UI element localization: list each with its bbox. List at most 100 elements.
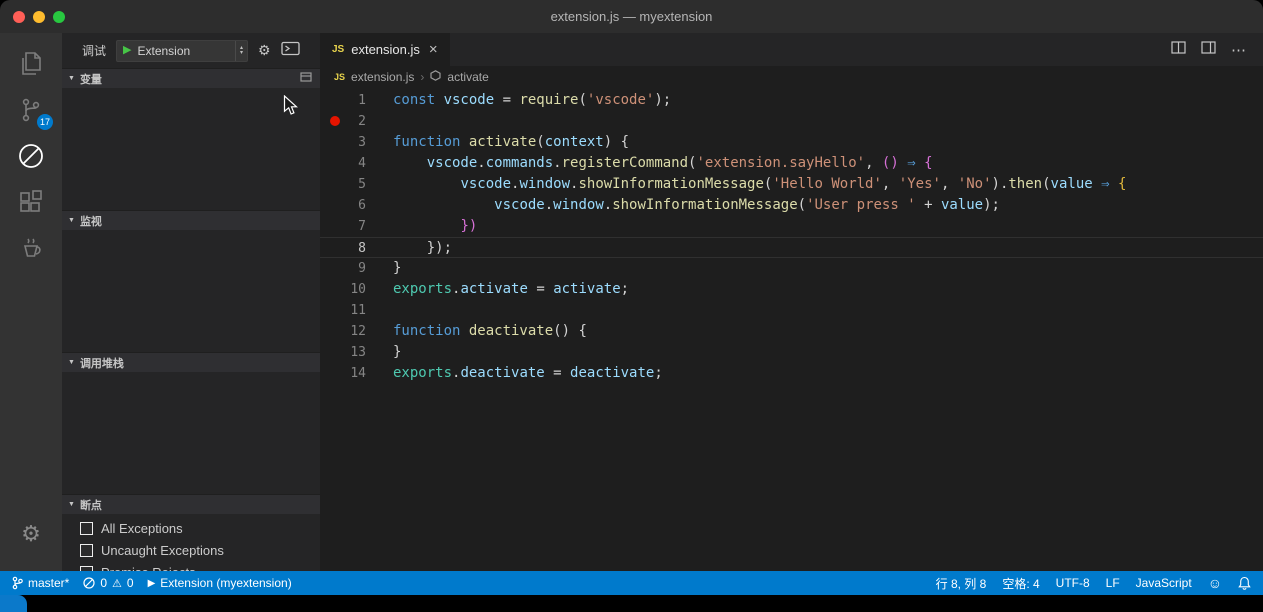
breakpoint-label: Uncaught Exceptions: [101, 542, 224, 558]
settings-gear-icon[interactable]: ⚙: [0, 511, 62, 557]
encoding-indicator[interactable]: UTF-8: [1056, 576, 1090, 590]
section-header-variables[interactable]: ▼ 变量: [62, 68, 320, 88]
code-line[interactable]: 7 }): [320, 216, 1263, 237]
problems-indicator[interactable]: 0 ⚠ 0: [83, 576, 134, 590]
code-line[interactable]: 11: [320, 300, 1263, 321]
breadcrumb-file[interactable]: extension.js: [351, 70, 414, 84]
background-window-corner: [0, 595, 27, 612]
teapot-extension-icon[interactable]: [0, 225, 62, 271]
status-bar: master* 0 ⚠ 0 ▶ Extension (myextension) …: [0, 571, 1263, 595]
tab-extension-js[interactable]: JS extension.js ×: [320, 33, 450, 66]
line-number-gutter[interactable]: 3: [320, 132, 366, 153]
line-number-gutter[interactable]: 6: [320, 195, 366, 216]
tab-bar: JS extension.js × ⋯: [320, 33, 1263, 66]
debug-sidebar: 调试 ▶ Extension ▴ ▾ ⚙ ▼ 变量 ▼ 监视 ▼ 调用堆栈 ▼ …: [62, 33, 320, 571]
main-area: 17 ⚙ 调试 ▶ Extension ▴ ▾ ⚙ ▼ 变量 ▼ 监视 ▼ 调用…: [0, 33, 1263, 571]
line-number-gutter[interactable]: 9: [320, 258, 366, 279]
line-number-gutter[interactable]: 2: [320, 111, 366, 132]
breakpoint-item[interactable]: All Exceptions: [62, 517, 320, 539]
more-actions-icon[interactable]: ⋯: [1231, 41, 1247, 59]
line-number-gutter[interactable]: 5: [320, 174, 366, 195]
twisty-icon: ▼: [68, 75, 75, 82]
split-editor-icon[interactable]: [1171, 40, 1186, 59]
line-number-gutter[interactable]: 12: [320, 321, 366, 342]
dropdown-arrows-icon: ▴ ▾: [235, 40, 247, 61]
debug-config-dropdown[interactable]: ▶ Extension ▴ ▾: [116, 39, 249, 62]
editor-actions: ⋯: [1171, 33, 1263, 66]
indentation-indicator[interactable]: 空格: 4: [1002, 575, 1039, 592]
line-number-gutter[interactable]: 8: [320, 238, 366, 257]
zoom-window-button[interactable]: [53, 11, 65, 23]
breakpoint-checkbox[interactable]: [80, 521, 93, 535]
code-text: }): [460, 218, 478, 234]
error-icon: [83, 577, 95, 589]
code-line[interactable]: 14 exports.deactivate = deactivate;: [320, 363, 1263, 384]
section-header-breakpoints[interactable]: ▼ 断点: [62, 494, 320, 514]
code-text: exports.deactivate = deactivate;: [393, 365, 663, 381]
code-line[interactable]: 10 exports.activate = activate;: [320, 279, 1263, 300]
code-area[interactable]: 1 const vscode = require('vscode'); 2 3 func…: [320, 88, 1263, 571]
code-line[interactable]: 6 vscode.window.showInformationMessage('…: [320, 195, 1263, 216]
breakpoint-checkbox[interactable]: [80, 543, 93, 557]
source-control-icon[interactable]: 17: [0, 87, 62, 133]
debug-panel-title: 调试: [82, 44, 107, 58]
start-debug-icon[interactable]: ▶: [123, 45, 131, 56]
editor-layout-icon[interactable]: [1201, 40, 1216, 59]
line-number-gutter[interactable]: 13: [320, 342, 366, 363]
line-number-gutter[interactable]: 1: [320, 90, 366, 111]
close-window-button[interactable]: [13, 11, 25, 23]
eol-indicator[interactable]: LF: [1106, 576, 1120, 590]
code-text: });: [426, 240, 453, 256]
panel-action-icon[interactable]: [300, 72, 312, 85]
code-line[interactable]: 13}: [320, 342, 1263, 363]
code-line[interactable]: 1 const vscode = require('vscode');: [320, 90, 1263, 111]
minimize-window-button[interactable]: [33, 11, 45, 23]
code-line[interactable]: 12 function deactivate() {: [320, 321, 1263, 342]
cursor-position-indicator[interactable]: 行 8, 列 8: [936, 575, 987, 592]
code-line[interactable]: 5 vscode.window.showInformationMessage('…: [320, 174, 1263, 195]
call-stack-panel[interactable]: [62, 372, 320, 494]
title-bar: extension.js — myextension: [0, 0, 1263, 33]
line-number-gutter[interactable]: 4: [320, 153, 366, 174]
breakpoint-dot[interactable]: [330, 116, 340, 126]
notifications-bell-icon[interactable]: [1238, 576, 1251, 590]
code-text: exports.activate = activate;: [393, 281, 630, 297]
close-tab-icon[interactable]: ×: [427, 41, 440, 58]
language-indicator[interactable]: JavaScript: [1136, 576, 1192, 590]
code-text: function deactivate() {: [393, 323, 587, 339]
explorer-icon[interactable]: [0, 41, 62, 87]
configure-gear-icon[interactable]: ⚙: [258, 42, 271, 59]
debug-console-icon[interactable]: [280, 41, 300, 61]
twisty-icon: ▼: [68, 501, 75, 508]
feedback-smiley-icon[interactable]: ☺: [1208, 575, 1222, 591]
code-text: }: [393, 260, 402, 276]
code-line[interactable]: 8 });: [320, 237, 1263, 258]
variables-panel[interactable]: [62, 88, 320, 210]
breadcrumb-symbol[interactable]: activate: [447, 70, 488, 84]
line-number-gutter[interactable]: 10: [320, 279, 366, 300]
watch-panel[interactable]: [62, 230, 320, 352]
editor-group: JS extension.js × ⋯ JS extension.js › ac…: [320, 33, 1263, 571]
js-file-icon: JS: [334, 72, 346, 82]
breakpoint-item[interactable]: Promise Rejects: [62, 561, 320, 571]
extensions-icon[interactable]: [0, 179, 62, 225]
code-line[interactable]: 2: [320, 111, 1263, 132]
branch-icon: [12, 576, 23, 590]
section-header-watch[interactable]: ▼ 监视: [62, 210, 320, 230]
breadcrumb[interactable]: JS extension.js › activate: [320, 66, 1263, 88]
breakpoint-item[interactable]: Uncaught Exceptions: [62, 539, 320, 561]
line-number-gutter[interactable]: 14: [320, 363, 366, 384]
section-header-call-stack[interactable]: ▼ 调用堆栈: [62, 352, 320, 372]
debug-icon[interactable]: [0, 133, 62, 179]
code-line[interactable]: 3 function activate(context) {: [320, 132, 1263, 153]
git-branch-indicator[interactable]: master*: [12, 576, 69, 590]
code-text: const vscode = require('vscode');: [393, 92, 672, 108]
twisty-icon: ▼: [68, 217, 75, 224]
line-number-gutter[interactable]: 7: [320, 216, 366, 237]
debug-toolbar: 调试 ▶ Extension ▴ ▾ ⚙: [62, 33, 320, 68]
code-line[interactable]: 4 vscode.commands.registerCommand('exten…: [320, 153, 1263, 174]
line-number-gutter[interactable]: 11: [320, 300, 366, 321]
code-line[interactable]: 9}: [320, 258, 1263, 279]
debug-target-indicator[interactable]: ▶ Extension (myextension): [148, 576, 292, 590]
